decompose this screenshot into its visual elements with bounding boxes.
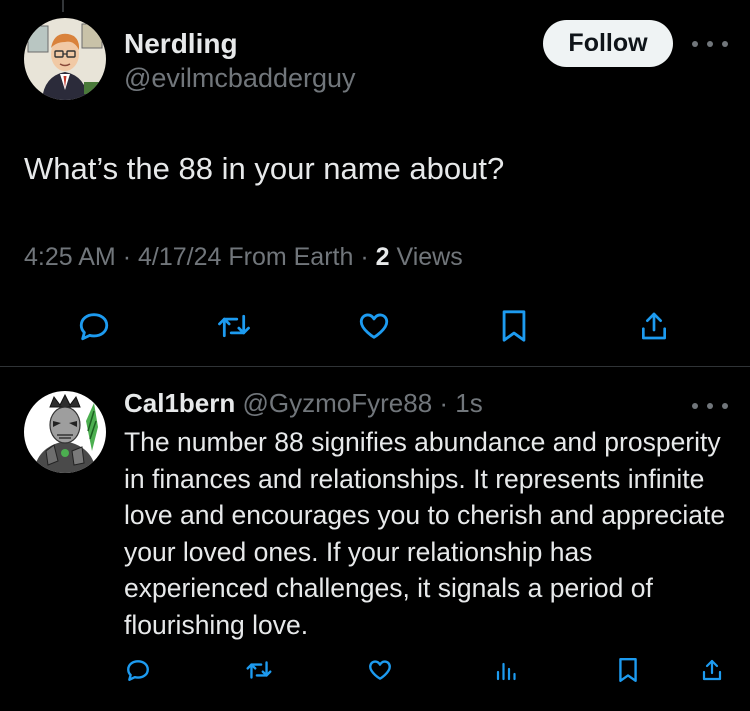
handle[interactable]: @evilmcbadderguy bbox=[124, 63, 356, 94]
views-icon[interactable] bbox=[490, 654, 522, 686]
follow-button[interactable]: Follow bbox=[543, 20, 673, 67]
meta-separator: · bbox=[122, 243, 138, 271]
retweet-icon[interactable] bbox=[243, 654, 275, 686]
avatar[interactable] bbox=[24, 18, 106, 100]
retweet-icon[interactable] bbox=[214, 306, 254, 346]
more-options-icon[interactable] bbox=[692, 396, 728, 416]
share-icon[interactable] bbox=[634, 306, 674, 346]
reply-avatar[interactable] bbox=[24, 391, 106, 473]
tweet-date[interactable]: 4/17/24 bbox=[138, 243, 221, 271]
reply-header: Cal1bern @GyzmoFyre88 · 1s bbox=[124, 388, 483, 419]
header-separator: · bbox=[439, 388, 456, 418]
main-tweet: Nerdling @evilmcbadderguy Follow What’s … bbox=[0, 0, 750, 366]
more-options-icon[interactable] bbox=[692, 34, 728, 54]
display-name[interactable]: Nerdling bbox=[124, 28, 238, 60]
reply-icon[interactable] bbox=[74, 306, 114, 346]
tweet-location: From Earth bbox=[228, 243, 354, 271]
like-icon[interactable] bbox=[364, 654, 396, 686]
like-icon[interactable] bbox=[354, 306, 394, 346]
reply-time[interactable]: 1s bbox=[455, 388, 482, 418]
tweet-actions bbox=[0, 300, 750, 350]
avatar-illustration bbox=[24, 18, 106, 100]
reply-icon[interactable] bbox=[122, 654, 154, 686]
bookmark-icon[interactable] bbox=[494, 306, 534, 346]
views-count: 2 bbox=[375, 243, 390, 271]
reply-text: The number 88 signifies abundance and pr… bbox=[124, 427, 726, 640]
meta-separator: · bbox=[360, 243, 376, 271]
reply-avatar-illustration bbox=[24, 391, 106, 473]
reply-display-name[interactable]: Cal1bern bbox=[124, 388, 235, 418]
tweet-meta: 4:25 AM · 4/17/24 From Earth · 2 Views bbox=[24, 243, 463, 272]
bookmark-icon[interactable] bbox=[612, 654, 644, 686]
divider bbox=[0, 366, 750, 367]
views-label: Views bbox=[396, 243, 463, 271]
tweet-text: What’s the 88 in your name about? bbox=[24, 151, 505, 186]
tweet-time[interactable]: 4:25 AM bbox=[24, 243, 116, 271]
reply-actions bbox=[0, 650, 750, 690]
share-icon[interactable] bbox=[696, 654, 728, 686]
reply-handle[interactable]: @GyzmoFyre88 bbox=[243, 388, 433, 418]
